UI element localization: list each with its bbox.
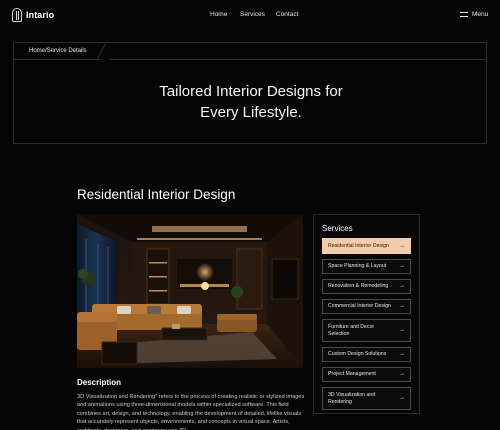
menu-label: Menu	[472, 11, 489, 18]
service-title: Residential Interior Design	[77, 187, 236, 202]
service-item-renovation[interactable]: Renovation & Remodeling →	[322, 279, 411, 294]
arrow-right-icon: →	[399, 371, 405, 377]
service-item-label: Renovation & Remodeling	[328, 283, 389, 289]
service-item-label: Furniture and Decor Selection	[328, 323, 375, 337]
service-item-space-planning[interactable]: Space Planning & Layout →	[322, 259, 411, 274]
arrow-right-icon: →	[399, 283, 405, 289]
nav-link-home[interactable]: Home	[210, 11, 227, 18]
living-room-illustration	[77, 214, 303, 368]
service-item-3d-visualization[interactable]: 3D Visualization and Rendering →	[322, 387, 411, 410]
breadcrumb[interactable]: Home/Service Details	[29, 48, 87, 54]
description-heading: Description	[77, 378, 122, 387]
breadcrumb-container: Home/Service Details	[14, 43, 102, 60]
service-item-label: 3D Visualization and Rendering	[328, 391, 376, 405]
service-item-commercial-interior-design[interactable]: Commercial Interior Design →	[322, 299, 411, 314]
service-item-furniture-decor[interactable]: Furniture and Decor Selection →	[322, 319, 411, 342]
description-text: 3D Visualization and Rendering" refers t…	[77, 394, 305, 430]
service-item-label: Residential Interior Design	[328, 242, 389, 249]
nav-link-services[interactable]: Services	[240, 11, 265, 18]
nav-link-contact[interactable]: Contact	[276, 11, 298, 18]
service-item-label: Space Planning & Layout	[328, 263, 387, 269]
arrow-right-icon: →	[399, 303, 405, 309]
service-item-project-management[interactable]: Project Management →	[322, 367, 411, 382]
page-title-line-2: Every Lifestyle.	[200, 104, 302, 121]
top-navbar: Intario Home Services Contact Menu	[0, 0, 500, 32]
arrow-right-icon: →	[399, 263, 405, 269]
page-title-line-1: Tailored Interior Designs for	[159, 83, 343, 100]
hero-divider	[110, 59, 487, 60]
page-hero: Home/Service Details Tailored Interior D…	[13, 42, 487, 144]
page-title: Tailored Interior Designs for Every Life…	[14, 81, 488, 123]
services-sidebar: Services Residential Interior Design → S…	[313, 214, 420, 414]
brand-name: Intario	[26, 10, 55, 20]
arrow-right-icon: →	[399, 327, 405, 333]
service-item-label: Custom Design Solutions	[328, 351, 387, 357]
service-item-label: Commercial Interior Design	[328, 303, 391, 309]
arrow-right-icon: →	[399, 242, 405, 249]
arrow-right-icon: →	[399, 351, 405, 357]
service-item-residential-interior-design[interactable]: Residential Interior Design →	[322, 238, 411, 254]
service-image	[77, 214, 303, 368]
brand-logo[interactable]: Intario	[12, 8, 54, 22]
services-sidebar-title: Services	[322, 224, 353, 233]
service-item-label: Project Management	[328, 371, 376, 377]
hamburger-icon	[460, 12, 468, 17]
service-item-custom-design[interactable]: Custom Design Solutions →	[322, 347, 411, 362]
arrow-right-icon: →	[399, 395, 405, 401]
logo-icon	[12, 8, 22, 22]
menu-button[interactable]: Menu	[460, 11, 488, 18]
